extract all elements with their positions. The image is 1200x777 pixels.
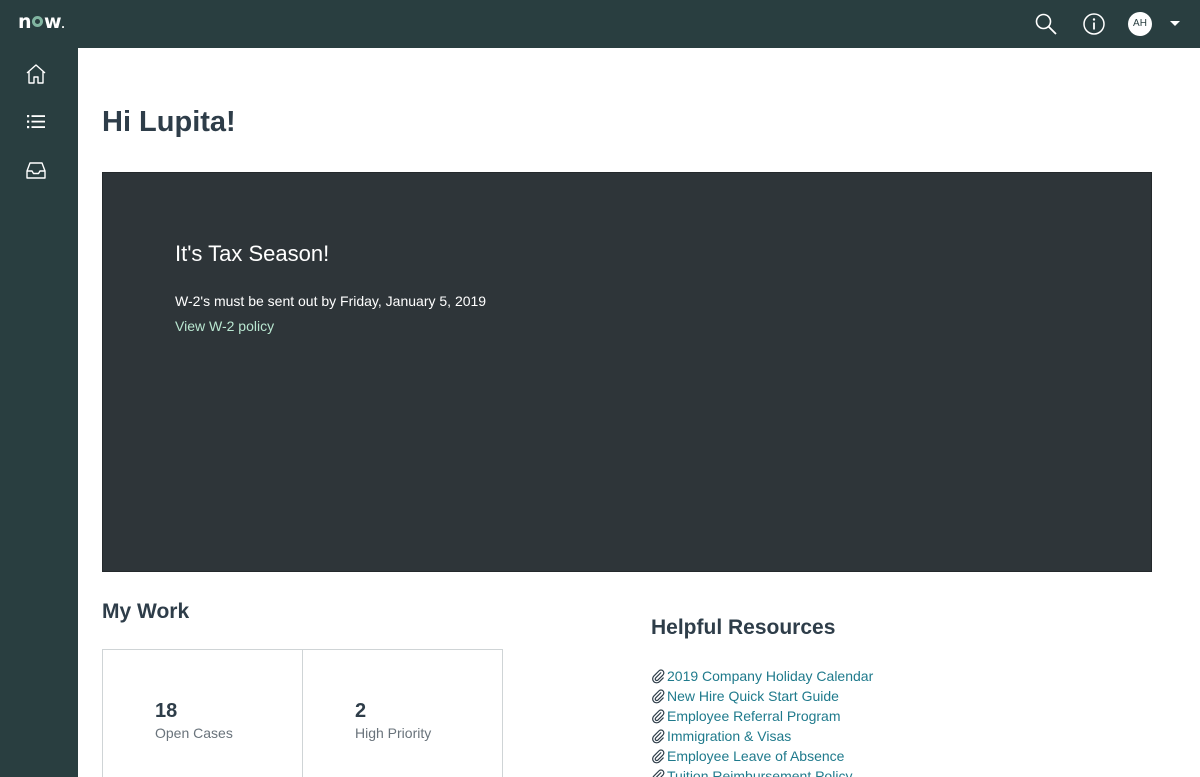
search-icon[interactable] bbox=[1034, 12, 1058, 36]
paperclip-icon bbox=[652, 668, 665, 683]
resource-link-referral-program[interactable]: Employee Referral Program bbox=[667, 708, 841, 724]
user-avatar[interactable]: AH bbox=[1128, 12, 1152, 36]
list-item: Employee Referral Program bbox=[651, 706, 873, 726]
high-priority-count: 2 bbox=[355, 700, 367, 722]
list-icon[interactable] bbox=[24, 110, 48, 134]
banner-title: It's Tax Season! bbox=[175, 241, 330, 266]
chevron-down-icon[interactable] bbox=[1170, 21, 1180, 26]
servicenow-logo[interactable]: n w. bbox=[18, 11, 65, 33]
resource-link-immigration-visas[interactable]: Immigration & Visas bbox=[667, 728, 791, 744]
resource-list: 2019 Company Holiday Calendar New Hire Q… bbox=[651, 666, 873, 777]
announcement-banner: It's Tax Season! W-2's must be sent out … bbox=[102, 172, 1152, 572]
paperclip-icon bbox=[652, 708, 665, 723]
resource-link-new-hire-guide[interactable]: New Hire Quick Start Guide bbox=[667, 688, 839, 704]
top-header: n w. AH bbox=[0, 0, 1200, 48]
my-work-title: My Work bbox=[102, 600, 190, 623]
helpful-resources-title: Helpful Resources bbox=[651, 616, 836, 639]
home-icon[interactable] bbox=[24, 62, 48, 86]
list-item: New Hire Quick Start Guide bbox=[651, 686, 873, 706]
paperclip-icon bbox=[652, 768, 665, 777]
view-w2-policy-link[interactable]: View W-2 policy bbox=[175, 318, 274, 334]
high-priority-card[interactable]: 2 High Priority bbox=[302, 649, 503, 777]
page-greeting: Hi Lupita! bbox=[102, 106, 236, 138]
resource-link-leave-of-absence[interactable]: Employee Leave of Absence bbox=[667, 748, 844, 764]
list-item: Tuition Reimbursement Policy bbox=[651, 766, 873, 777]
info-icon[interactable] bbox=[1082, 12, 1106, 36]
resource-link-holiday-calendar[interactable]: 2019 Company Holiday Calendar bbox=[667, 668, 873, 684]
list-item: Immigration & Visas bbox=[651, 726, 873, 746]
paperclip-icon bbox=[652, 748, 665, 763]
open-cases-count: 18 bbox=[155, 700, 178, 722]
high-priority-label: High Priority bbox=[355, 725, 432, 741]
list-item: 2019 Company Holiday Calendar bbox=[651, 666, 873, 686]
banner-text: W-2's must be sent out by Friday, Januar… bbox=[175, 293, 487, 309]
open-cases-label: Open Cases bbox=[155, 725, 233, 741]
side-navigation bbox=[0, 48, 78, 777]
inbox-icon[interactable] bbox=[24, 158, 48, 182]
paperclip-icon bbox=[652, 728, 665, 743]
resource-link-tuition-reimbursement[interactable]: Tuition Reimbursement Policy bbox=[667, 768, 852, 777]
list-item: Employee Leave of Absence bbox=[651, 746, 873, 766]
paperclip-icon bbox=[652, 688, 665, 703]
open-cases-card[interactable]: 18 Open Cases bbox=[102, 649, 303, 777]
